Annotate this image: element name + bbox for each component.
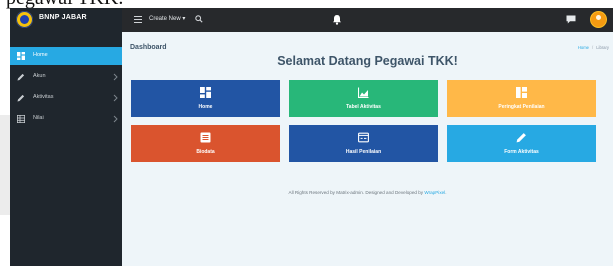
tile-home[interactable]: Home — [131, 80, 280, 117]
tile-label: Form Aktivitas — [504, 149, 539, 155]
dashboard-icon — [200, 87, 211, 98]
chart-area-icon — [358, 87, 369, 98]
pencil-icon — [17, 73, 25, 81]
left-edge-strip — [0, 115, 10, 215]
sidebar-item-home[interactable]: Home — [10, 47, 122, 65]
sidebar-item-akun[interactable]: Akun — [10, 68, 122, 86]
tile-hasil-penilaian[interactable]: Hasil Penilaian — [289, 125, 438, 162]
screenshot: pegawai TKK. BNNP JABAR Create New ▾ — [0, 0, 613, 266]
footer: All Rights Reserved by Matrix-admin. Des… — [122, 190, 613, 195]
breadcrumb-home[interactable]: Home — [578, 45, 589, 50]
sidebar-item-label: Nilai — [33, 115, 44, 121]
create-new-dropdown[interactable]: Create New ▾ — [149, 15, 185, 22]
top-navbar: BNNP JABAR Create New ▾ — [10, 8, 613, 32]
user-avatar[interactable] — [591, 12, 606, 27]
pencil-icon — [516, 133, 526, 143]
window-icon — [358, 132, 369, 143]
tile-label: Tabel Aktivitas — [346, 104, 381, 110]
sidebar-item-label: Home — [33, 52, 48, 58]
main-content: Dashboard Selamat Datang Pegawai TKK! Ho… — [122, 32, 613, 266]
sidebar-item-label: Akun — [33, 73, 46, 79]
tile-peringkat-penilaian[interactable]: Peringkat Penilaian — [447, 80, 596, 117]
tile-label: Peringkat Penilaian — [498, 104, 545, 110]
footer-text: All Rights Reserved by Matrix-admin. Des… — [288, 190, 425, 195]
chevron-right-icon — [113, 73, 118, 81]
chat-icon[interactable] — [566, 15, 576, 24]
sidebar-item-label: Aktivitas — [33, 94, 54, 100]
menu-toggle-icon[interactable] — [134, 16, 142, 24]
brand[interactable]: BNNP JABAR — [10, 8, 122, 32]
breadcrumb: Home / Library — [577, 45, 609, 50]
sidebar-item-aktivitas[interactable]: Aktivitas — [10, 89, 122, 107]
tile-form-aktivitas[interactable]: Form Aktivitas — [447, 125, 596, 162]
note-icon — [200, 132, 211, 143]
tile-label: Home — [198, 104, 213, 110]
tile-biodata[interactable]: Biodata — [131, 125, 280, 162]
footer-suffix: . — [445, 190, 447, 195]
grid-icon — [17, 115, 25, 123]
tile-label: Biodata — [196, 149, 215, 155]
logo-icon — [16, 11, 33, 28]
dashboard-icon — [17, 52, 25, 60]
sidebar-item-nilai[interactable]: Nilai — [10, 110, 122, 128]
welcome-heading: Selamat Datang Pegawai TKK! — [277, 54, 458, 68]
search-icon[interactable] — [195, 15, 203, 23]
tile-label: Hasil Penilaian — [345, 149, 382, 155]
bell-icon[interactable] — [332, 14, 342, 25]
tile-tabel-aktivitas[interactable]: Tabel Aktivitas — [289, 80, 438, 117]
page-title: Dashboard — [130, 44, 167, 51]
chevron-right-icon — [113, 94, 118, 102]
board-icon — [516, 87, 527, 98]
chevron-right-icon — [113, 115, 118, 123]
pencil-icon — [17, 94, 25, 102]
breadcrumb-current: Library — [596, 45, 609, 50]
footer-link[interactable]: WrapPixel — [424, 190, 445, 195]
brand-name: BNNP JABAR — [39, 14, 87, 21]
sidebar: Home Akun Aktivitas Nilai — [10, 32, 122, 266]
